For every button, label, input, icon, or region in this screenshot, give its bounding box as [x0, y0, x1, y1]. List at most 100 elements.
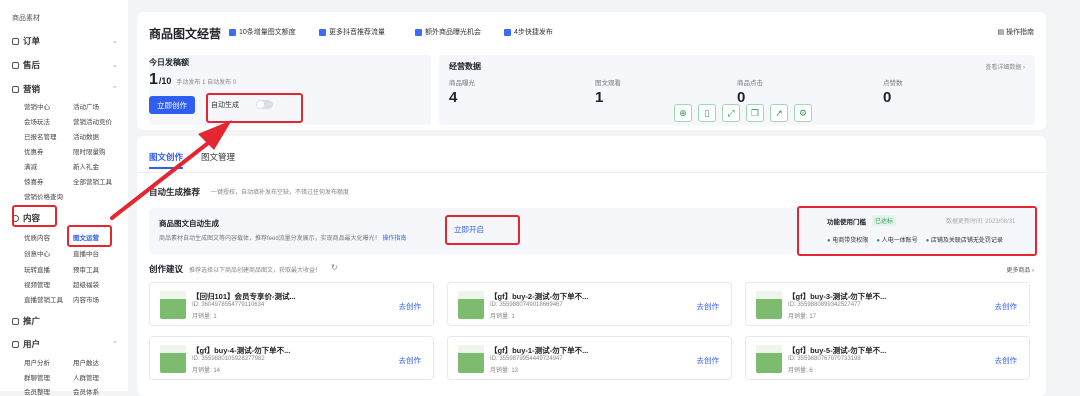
sidebar-section-marketing[interactable]: 营销 ⌃	[12, 83, 118, 95]
product-thumbnail	[458, 291, 484, 319]
quota-used: 1	[149, 71, 158, 88]
sidebar-item-coupons[interactable]: 优惠券	[24, 146, 44, 156]
sidebar-item-surprise-coupon[interactable]: 惊喜券	[24, 176, 44, 186]
content-panel: 图文创作 图文管理 自动生成推荐 一键授权，自动填补发布空缺，不错过任何发布额度…	[137, 136, 1046, 396]
product-thumbnail	[756, 291, 782, 319]
suggest-desc: 推荐选择以下商品创建商品图文，获取最大收益！	[189, 268, 322, 274]
product-card: 【gf】buy-4-测试-勿下单不... ID: 355988010592827…	[149, 336, 434, 380]
auto-box-title: 商品图文自动生成	[159, 219, 219, 228]
benefit-pill: 额外商品曝光机会	[415, 27, 481, 37]
sidebar-item-user-reach[interactable]: 用户触达	[73, 357, 99, 367]
highlight-auto-generate	[206, 93, 303, 123]
stats-detail-link[interactable]: 查看详细数据 ›	[985, 62, 1025, 71]
sidebar-item-all-tools[interactable]: 全部营销工具	[73, 176, 112, 186]
sidebar-item-group-chat[interactable]: 群聊管理	[24, 372, 50, 382]
sidebar-item-crowd-manage[interactable]: 人群管理	[73, 372, 99, 382]
sidebar-item-content-market[interactable]: 内容市场	[73, 294, 99, 304]
product-title: 【gf】buy-5-测试-勿下单不...	[788, 346, 887, 355]
product-card: 【gf】buy-3-测试-勿下单不... ID: 355988089934252…	[745, 282, 1030, 326]
crop-icon[interactable]: ▯	[698, 104, 716, 122]
tab-image-text-create[interactable]: 图文创作	[149, 151, 183, 163]
highlight-enable-now	[445, 215, 520, 245]
product-id: ID: 3559880767070733198	[788, 356, 861, 362]
stat-value: 4	[449, 89, 458, 106]
product-thumbnail	[756, 345, 782, 373]
product-thumbnail	[160, 291, 186, 319]
chevron-down-icon: ⌄	[112, 38, 118, 45]
sidebar-item-activity-bidding[interactable]: 营销活动竞价	[73, 116, 112, 126]
sidebar-item-activity-data[interactable]: 活动数据	[73, 131, 99, 141]
go-create-button[interactable]: 去创作	[697, 301, 720, 312]
quota-detail: 手动发布 1 自动发布 0	[176, 80, 237, 86]
product-title: 【gf】buy-4-测试-勿下单不...	[192, 346, 291, 355]
sidebar-item-activity-plaza[interactable]: 活动广场	[73, 101, 99, 111]
product-sales: 月销量: 1	[192, 314, 217, 320]
go-create-button[interactable]: 去创作	[399, 355, 422, 366]
product-sales: 月销量: 17	[788, 314, 817, 320]
product-card: 【gf】buy-2-测试-勿下单不... ID: 355988074901866…	[447, 282, 732, 326]
auto-box-guide-link[interactable]: 操作指南	[382, 236, 406, 242]
product-title: 【回归101】会员专享价-测试...	[192, 292, 296, 301]
sidebar-item-flash-sale[interactable]: 限时限量购	[73, 146, 106, 156]
benefit-pill: 4步快捷发布	[504, 27, 553, 37]
tab-active-indicator	[149, 167, 183, 169]
stat-label: 图文观看	[595, 80, 621, 87]
stat-value: 0	[883, 89, 892, 106]
sidebar-item-quality-content[interactable]: 优质内容	[24, 232, 50, 242]
sidebar-item-lucky-bag[interactable]: 超级福袋	[73, 279, 99, 289]
share-icon[interactable]: ↗	[770, 104, 788, 122]
product-card: 【回归101】会员专享价-测试... ID: 36049785547791106…	[149, 282, 434, 326]
tab-image-text-manage[interactable]: 图文管理	[201, 151, 235, 163]
sidebar-item-signed-up[interactable]: 已报名管理	[24, 131, 57, 141]
help-link[interactable]: ▤ 操作指南	[997, 27, 1034, 37]
sidebar-item-live-play[interactable]: 玩转直播	[24, 264, 50, 274]
zoom-icon[interactable]: ⊕	[674, 104, 692, 122]
sidebar-item-price-query[interactable]: 营销价格查询	[24, 191, 63, 201]
product-card: 【gf】buy-5-测试-勿下单不... ID: 355988076707073…	[745, 336, 1030, 380]
chevron-up-icon: ⌃	[112, 341, 118, 348]
create-now-button[interactable]: 立即创作	[149, 96, 195, 114]
product-thumbnail	[458, 345, 484, 373]
sidebar-item-newcomer-gift[interactable]: 新人礼金	[73, 161, 99, 171]
sidebar-section-orders[interactable]: 订单 ⌄	[12, 35, 118, 47]
benefit-pill: 10条增量图文额度	[229, 27, 296, 37]
marketing-icon	[12, 85, 19, 93]
copy-icon[interactable]: ❐	[746, 104, 764, 122]
go-create-button[interactable]: 去创作	[697, 355, 720, 366]
sidebar-section-promotion[interactable]: 推广	[12, 315, 40, 327]
aftersale-icon	[12, 61, 19, 69]
auto-box-desc: 商品素材自动生成图文等内容载体，推荐feed流量分发展示，实现商品最大化曝光！ …	[159, 236, 407, 242]
go-create-button[interactable]: 去创作	[995, 355, 1018, 366]
stats-title: 经营数据	[449, 62, 481, 71]
product-id: ID: 3559880749018669467	[490, 302, 563, 308]
sidebar-item-member-arrange[interactable]: 会员整理	[24, 386, 50, 396]
go-create-button[interactable]: 去创作	[399, 301, 422, 312]
sidebar-item-live-marketing[interactable]: 直播营销工具	[24, 294, 63, 304]
product-id: ID: 3559880899342527477	[788, 302, 861, 308]
stat-label: 点赞数	[883, 80, 903, 87]
sidebar-item-user-analysis[interactable]: 用户分析	[24, 357, 50, 367]
product-id: ID: 3559879954449724947	[490, 356, 563, 362]
benefit-pill: 更多抖音推荐流量	[319, 27, 385, 37]
sidebar-item-full-reduction[interactable]: 满减	[24, 161, 37, 171]
settings-icon[interactable]: ⚙	[794, 104, 812, 122]
product-title: 【gf】buy-2-测试-勿下单不...	[490, 292, 589, 301]
sidebar-item-video-manage[interactable]: 视频管理	[24, 279, 50, 289]
sidebar-item-review-tool[interactable]: 预审工具	[73, 264, 99, 274]
sidebar-item-live-platform[interactable]: 直播中台	[73, 248, 99, 258]
sidebar-section-users[interactable]: 用户 ⌃	[12, 338, 118, 350]
go-create-button[interactable]: 去创作	[995, 301, 1018, 312]
sidebar-section-aftersale[interactable]: 售后 ⌄	[12, 59, 118, 71]
sidebar-item-goods-material[interactable]: 商品素材	[12, 13, 40, 23]
refresh-icon[interactable]: ↻	[331, 263, 338, 272]
chevron-up-icon: ⌃	[112, 215, 118, 222]
sidebar-item-marketing-center[interactable]: 营销中心	[24, 101, 50, 111]
suggest-title: 创作建议	[149, 264, 184, 274]
sidebar-item-venue-play[interactable]: 会场玩法	[24, 116, 50, 126]
more-goods-link[interactable]: 更多商品 ›	[1006, 265, 1034, 274]
sidebar-item-member-system[interactable]: 会员体系	[73, 386, 99, 396]
sidebar-item-creative-center[interactable]: 创意中心	[24, 248, 50, 258]
promotion-icon	[12, 317, 19, 325]
chevron-up-icon: ⌃	[112, 86, 118, 93]
expand-icon[interactable]: ⤢	[722, 104, 740, 122]
